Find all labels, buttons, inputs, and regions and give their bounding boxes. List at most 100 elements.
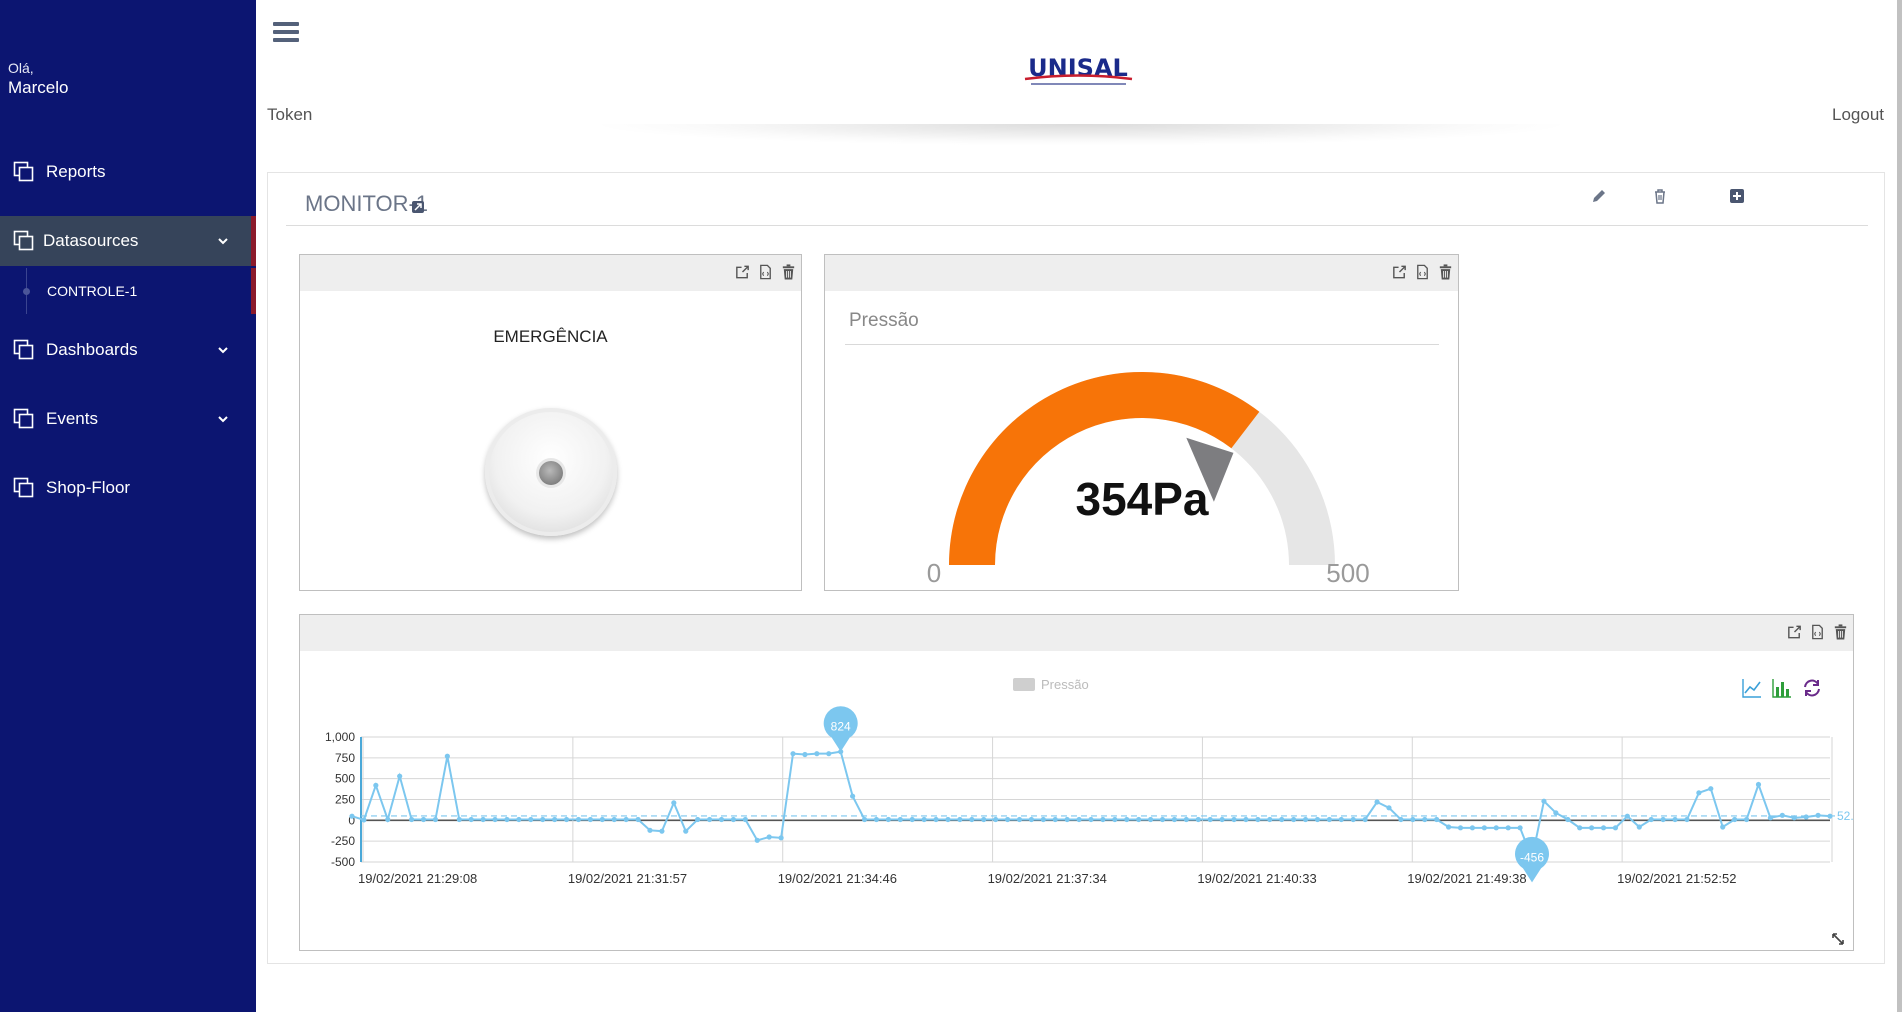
chart-legend[interactable]: Pressão [1013, 677, 1089, 692]
user-name: Marcelo [8, 78, 69, 97]
logout-link[interactable]: Logout [1832, 105, 1884, 125]
hamburger-icon[interactable] [273, 22, 299, 44]
data-point [1410, 816, 1416, 823]
trash-icon[interactable] [1651, 187, 1669, 205]
data-point [1493, 825, 1499, 831]
code-file-icon[interactable] [1414, 263, 1431, 281]
data-point [1743, 816, 1750, 823]
data-point [468, 816, 474, 823]
trash-icon[interactable] [1832, 623, 1849, 641]
data-point [1624, 813, 1630, 819]
edit-icon[interactable] [1590, 187, 1608, 205]
code-file-icon[interactable] [757, 263, 774, 281]
data-point [647, 827, 653, 833]
y-tick-label: 250 [335, 793, 355, 807]
sidebar-subitem-label: CONTROLE-1 [47, 283, 138, 299]
resize-handle-icon[interactable] [1831, 932, 1845, 946]
data-point [361, 817, 367, 823]
data-point [1827, 813, 1833, 819]
y-tick-label: 1,000 [325, 730, 355, 744]
trash-icon[interactable] [1437, 263, 1454, 281]
max-label: 824 [831, 720, 851, 734]
sidebar-item-dashboards[interactable]: Dashboards [0, 325, 256, 375]
data-point [1660, 816, 1666, 823]
data-point [1064, 816, 1070, 823]
data-point [766, 834, 772, 840]
page-scrollbar[interactable] [1897, 0, 1902, 1012]
data-point [575, 816, 582, 823]
data-point [1291, 816, 1297, 823]
data-point [1600, 825, 1607, 831]
data-point [1326, 816, 1332, 823]
x-tick-label: 19/02/2021 21:37:34 [988, 871, 1107, 886]
data-point [611, 816, 617, 823]
external-link-icon[interactable] [412, 201, 424, 213]
data-point [1386, 805, 1392, 811]
sidebar-subitem-controle-1[interactable]: CONTROLE-1 [0, 268, 256, 314]
data-point [683, 828, 689, 834]
data-point [873, 816, 880, 823]
y-tick-label: -250 [331, 834, 355, 848]
data-point [492, 816, 498, 823]
sidebar-item-events[interactable]: Events [0, 394, 256, 444]
data-point [397, 773, 403, 779]
data-point [957, 816, 963, 823]
data-point [599, 816, 605, 823]
data-point [480, 816, 486, 823]
chart-widget: Pressão 1,000 750 500 250 0 -250 -500 19/02/20… [299, 614, 1854, 951]
data-point [1696, 790, 1702, 796]
external-link-icon[interactable] [734, 263, 751, 281]
data-point [1684, 816, 1690, 823]
trash-icon[interactable] [780, 263, 797, 281]
data-point [730, 816, 737, 823]
refresh-icon[interactable] [1801, 677, 1823, 699]
data-point [1350, 816, 1356, 823]
sidebar-item-datasources[interactable]: Datasources [0, 216, 256, 266]
data-point [1767, 815, 1774, 821]
sidebar-item-reports[interactable]: Reports [0, 147, 256, 197]
data-point [1541, 798, 1547, 804]
data-point [1636, 824, 1642, 830]
data-point [1362, 816, 1368, 823]
token-link[interactable]: Token [267, 105, 312, 125]
external-link-icon[interactable] [1391, 263, 1408, 281]
sidebar-item-label: Shop-Floor [46, 478, 131, 497]
copy-icon [13, 408, 34, 429]
data-point [1815, 812, 1821, 818]
external-link-icon[interactable] [1786, 623, 1803, 641]
emergency-button-center [539, 461, 563, 485]
data-point [778, 835, 784, 841]
dashboard-panel: MONITOR-1 EMERGÊNCIA Pressão 354Pa 0 500… [267, 172, 1885, 964]
greeting-text: Olá, [8, 60, 34, 76]
data-point [1159, 816, 1166, 823]
data-point [885, 816, 891, 823]
chart-type-buttons [1741, 677, 1823, 699]
data-point [1136, 816, 1142, 823]
code-file-icon[interactable] [1809, 623, 1826, 641]
data-point [814, 751, 820, 757]
widget-header [300, 255, 801, 291]
widget-header [300, 615, 1853, 651]
sidebar-item-shop-floor[interactable]: Shop-Floor [0, 463, 256, 513]
data-point [456, 816, 462, 823]
emergency-widget: EMERGÊNCIA [299, 254, 802, 591]
data-point [1505, 825, 1511, 831]
emergency-button[interactable] [485, 408, 617, 536]
x-tick-label: 19/02/2021 21:34:46 [778, 871, 897, 886]
data-point [1803, 814, 1809, 820]
bar-chart-icon[interactable] [1771, 677, 1793, 699]
data-point [563, 816, 570, 823]
data-point [850, 793, 856, 799]
data-point [659, 828, 665, 834]
series-line-pressao [351, 750, 1831, 862]
data-point [552, 816, 558, 823]
data-point [1219, 816, 1225, 823]
data-point [695, 816, 701, 823]
average-label: 52.9 [1837, 809, 1853, 823]
series-points [349, 749, 1833, 861]
sidebar-item-label: Events [46, 409, 98, 428]
plus-square-icon[interactable] [1728, 187, 1746, 205]
data-point [897, 816, 903, 823]
line-chart-icon[interactable] [1741, 677, 1763, 699]
data-point [981, 816, 987, 823]
